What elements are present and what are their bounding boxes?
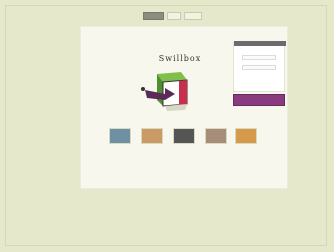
nav-item-home[interactable] <box>143 12 164 20</box>
logo-text: Swillbox <box>158 54 202 63</box>
thumbnail-3[interactable] <box>173 128 195 144</box>
login-box <box>233 41 286 92</box>
thumbnail-1[interactable] <box>109 128 131 144</box>
logo-box-icon <box>141 72 188 111</box>
password-field[interactable] <box>242 65 276 70</box>
username-field[interactable] <box>242 55 276 60</box>
nav-item-2[interactable] <box>167 12 181 20</box>
signup-button[interactable] <box>233 94 285 106</box>
thumbnail-2[interactable] <box>141 128 163 144</box>
thumbnail-4[interactable] <box>205 128 227 144</box>
thumbnail-strip <box>107 128 257 150</box>
top-nav <box>143 12 202 20</box>
login-title <box>234 41 286 46</box>
thumbnail-5[interactable] <box>235 128 257 144</box>
nav-item-3[interactable] <box>184 12 202 20</box>
